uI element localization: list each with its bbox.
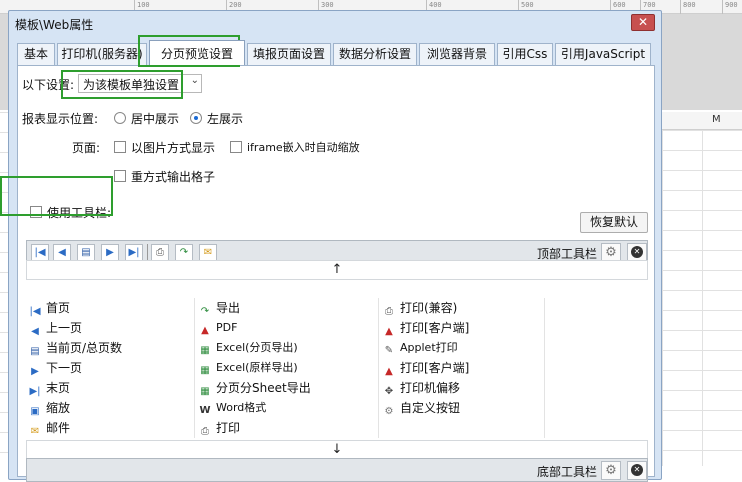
tab-content-page-preview: 以下设置: 为该模板单独设置 ⌄ 报表显示位置: 居中展示 左展示 页面: 以图…: [17, 65, 655, 482]
toolbar-separator: [147, 244, 148, 261]
ruler-tick: 800: [680, 0, 696, 14]
button-first-page[interactable]: |◀ 首页: [28, 298, 70, 318]
button-email[interactable]: ✉ 邮件: [28, 418, 70, 438]
column-header[interactable]: M: [662, 112, 742, 130]
next-page-icon[interactable]: ▶: [101, 244, 119, 261]
first-page-icon: |◀: [29, 306, 41, 317]
button-printer-offset[interactable]: ✥ 打印机偏移: [382, 378, 460, 398]
iframe-zoom-label: iframe嵌入时自动缩放: [247, 141, 360, 154]
use-toolbar-checkbox[interactable]: [30, 206, 42, 218]
bottom-toolbar[interactable]: 底部工具栏 ⚙: [26, 458, 648, 482]
button-export[interactable]: ↷ 导出: [198, 298, 240, 318]
word-icon: W: [199, 405, 211, 416]
tab-javascript[interactable]: 引用JavaScript: [555, 43, 651, 65]
pdf-icon: ▲: [201, 325, 209, 336]
mode-label: 以下设置:: [22, 78, 75, 92]
dialog-title: 模板\Web属性: [15, 18, 94, 32]
button-previous-page[interactable]: ◀ 上一页: [28, 318, 82, 338]
button-custom[interactable]: ⚙ 自定义按钮: [382, 398, 461, 418]
chevron-down-icon: ⌄: [190, 75, 199, 86]
move-icon: ✥: [384, 386, 394, 397]
designer-background: [662, 14, 742, 110]
export-icon[interactable]: ↷: [175, 244, 193, 261]
print-icon: ⎙: [385, 306, 393, 317]
repeat-grid-checkbox[interactable]: [114, 170, 126, 182]
button-excel-paged[interactable]: ▦ Excel(分页导出): [198, 338, 297, 358]
column-header-label: M: [712, 114, 721, 125]
ruler-tick: 900: [722, 0, 738, 14]
mode-select-value: 为该模板单独设置: [83, 78, 180, 92]
excel-icon: ▦: [200, 386, 210, 397]
print-icon: ⎙: [201, 426, 209, 437]
button-page-count[interactable]: ▤ 当前页/总页数: [28, 338, 122, 358]
web-properties-dialog: 模板\Web属性 ✕ 基本 打印机(服务器) 分页预览设置 填报页面设置 数据分…: [8, 10, 662, 482]
spreadsheet-grid[interactable]: [662, 130, 742, 466]
tab-basic[interactable]: 基本: [17, 43, 55, 65]
button-next-page[interactable]: ▶ 下一页: [28, 358, 82, 378]
button-applet-print[interactable]: ✎ Applet打印: [382, 338, 458, 358]
iframe-zoom-checkbox[interactable]: [230, 141, 242, 153]
position-center-radio[interactable]: [114, 112, 126, 124]
image-mode-label: 以图片方式显示: [131, 141, 216, 155]
button-last-page[interactable]: ▶| 末页: [28, 378, 70, 398]
print-icon[interactable]: ⎙: [151, 244, 169, 261]
available-buttons-grid: |◀ 首页 ◀ 上一页 ▤ 当前页/总页数 ▶ 下一页 ▶| 末页 ▣ 缩放 ✉ 邮件 ↷ 导出…: [26, 298, 648, 438]
last-page-icon[interactable]: ▶|: [125, 244, 143, 261]
position-center-label: 居中展示: [131, 112, 180, 126]
button-excel-original[interactable]: ▦ Excel(原样导出): [198, 358, 297, 378]
designer-background-left: [0, 14, 8, 110]
next-page-icon: ▶: [31, 366, 39, 377]
page-count-icon[interactable]: ▤: [77, 244, 95, 261]
gear-icon[interactable]: ⚙: [601, 461, 621, 480]
email-icon: ✉: [30, 426, 40, 437]
tab-css[interactable]: 引用Css: [497, 43, 553, 65]
dialog-titlebar[interactable]: 模板\Web属性 ✕: [9, 11, 661, 35]
tab-fill-page[interactable]: 填报页面设置: [247, 43, 331, 65]
position-label: 报表显示位置:: [22, 112, 99, 126]
applet-icon: ✎: [384, 345, 394, 356]
move-up-button[interactable]: ↑: [26, 260, 648, 280]
button-zoom[interactable]: ▣ 缩放: [28, 398, 70, 418]
repeat-grid-label: 重方式输出格子: [131, 170, 216, 184]
button-word[interactable]: W Word格式: [198, 398, 266, 418]
page-label: 页面:: [72, 141, 101, 155]
move-down-button[interactable]: ↓: [26, 440, 648, 460]
zoom-icon: ▣: [30, 406, 40, 417]
button-print-client[interactable]: ▲ 打印[客户端]: [382, 318, 469, 338]
page-count-icon: ▤: [30, 346, 40, 357]
tab-printer-server[interactable]: 打印机(服务器): [57, 43, 147, 65]
tab-page-preview[interactable]: 分页预览设置: [149, 40, 245, 65]
tab-data-analysis[interactable]: 数据分析设置: [333, 43, 417, 65]
button-print[interactable]: ⎙ 打印: [198, 418, 240, 438]
gear-icon: ⚙: [384, 406, 394, 417]
export-icon: ↷: [200, 306, 210, 317]
tab-browser-background[interactable]: 浏览器背景: [419, 43, 495, 65]
button-pdf[interactable]: ▲ PDF: [198, 318, 237, 338]
previous-page-icon: ◀: [31, 326, 39, 337]
first-page-icon[interactable]: |◀: [31, 244, 49, 261]
spreadsheet-grid-left[interactable]: [0, 112, 8, 466]
last-page-icon: ▶|: [29, 386, 41, 397]
button-print-compat[interactable]: ⎙ 打印(兼容): [382, 298, 457, 318]
pdf-print-icon: ▲: [385, 326, 393, 337]
excel-icon: ▦: [200, 345, 210, 356]
position-left-radio[interactable]: [190, 112, 202, 124]
image-mode-checkbox[interactable]: [114, 141, 126, 153]
position-left-label: 左展示: [207, 112, 244, 126]
button-excel-sheets[interactable]: ▦ 分页分Sheet导出: [198, 378, 310, 398]
use-toolbar-label: 使用工具栏:: [47, 206, 112, 220]
pdf-print-icon: ▲: [385, 366, 393, 377]
button-print-client-2[interactable]: ▲ 打印[客户端]: [382, 358, 469, 378]
close-button[interactable]: ✕: [631, 14, 655, 31]
remove-toolbar-icon[interactable]: [627, 461, 647, 480]
mode-select[interactable]: 为该模板单独设置 ⌄: [78, 74, 202, 93]
restore-default-button[interactable]: 恢复默认: [580, 212, 648, 233]
previous-page-icon[interactable]: ◀: [53, 244, 71, 261]
email-icon[interactable]: ✉: [199, 244, 217, 261]
excel-icon: ▦: [200, 365, 210, 376]
